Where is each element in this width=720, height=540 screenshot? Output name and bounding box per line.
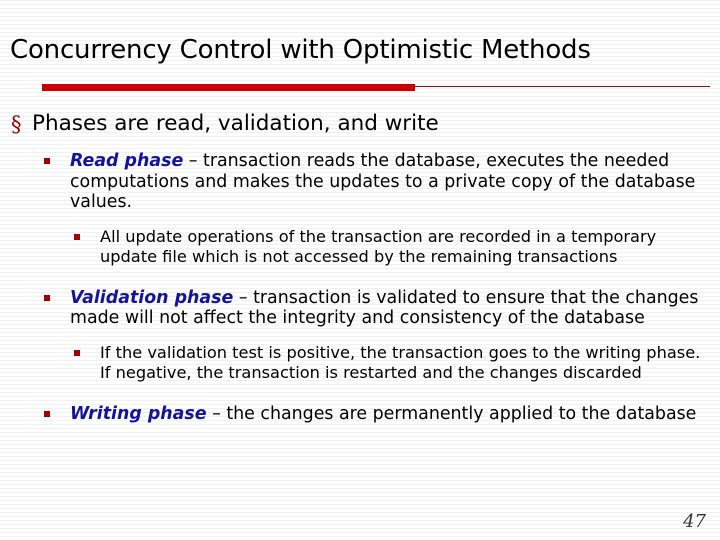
slide: Concurrency Control with Optimistic Meth…: [0, 0, 720, 540]
slide-body: § Phases are read, validation, and write…: [0, 110, 720, 434]
square-bullet-icon: [44, 151, 70, 164]
bullet-level3-text: All update operations of the transaction…: [100, 226, 657, 266]
bullet-level1-label: Phases are read, validation, and write: [32, 111, 439, 136]
square-bullet-icon: [44, 288, 70, 301]
bullet-level3-text: If the validation test is positive, the …: [100, 342, 701, 382]
bullet-level2-read-phase: Read phase – transaction reads the datab…: [0, 151, 720, 213]
title-block: Concurrency Control with Optimistic Meth…: [10, 34, 716, 66]
divider-thick-bar: [42, 84, 415, 91]
phase-term-validation: Validation phase: [70, 287, 234, 308]
square-bullet-icon: [74, 343, 100, 356]
bullet-level3-validation-phase-note: If the validation test is positive, the …: [0, 343, 720, 383]
bullet-level2-writing-phase: Writing phase – the changes are permanen…: [0, 404, 720, 425]
phase-term-read: Read phase: [70, 151, 184, 171]
bullet-level1: § Phases are read, validation, and write: [0, 110, 720, 138]
phase-term-writing: Writing phase: [70, 403, 207, 424]
page-title: Concurrency Control with Optimistic Meth…: [10, 35, 591, 65]
square-bullet-icon: [74, 227, 100, 240]
phase-description-writing: – the changes are permanently applied to…: [206, 403, 697, 424]
section-sign-icon: §: [11, 112, 22, 136]
square-bullet-icon: [44, 404, 70, 417]
page-number: 47: [683, 511, 706, 532]
title-divider: [42, 84, 710, 92]
bullet-level2-text: Read phase – transaction reads the datab…: [70, 151, 710, 213]
bullet-level2-validation-phase: Validation phase – transaction is valida…: [0, 288, 720, 329]
bullet-level3-read-phase-note: All update operations of the transaction…: [0, 227, 720, 267]
bullet-level2-text: Writing phase – the changes are permanen…: [70, 404, 696, 425]
bullet-level2-text: Validation phase – transaction is valida…: [70, 288, 710, 329]
